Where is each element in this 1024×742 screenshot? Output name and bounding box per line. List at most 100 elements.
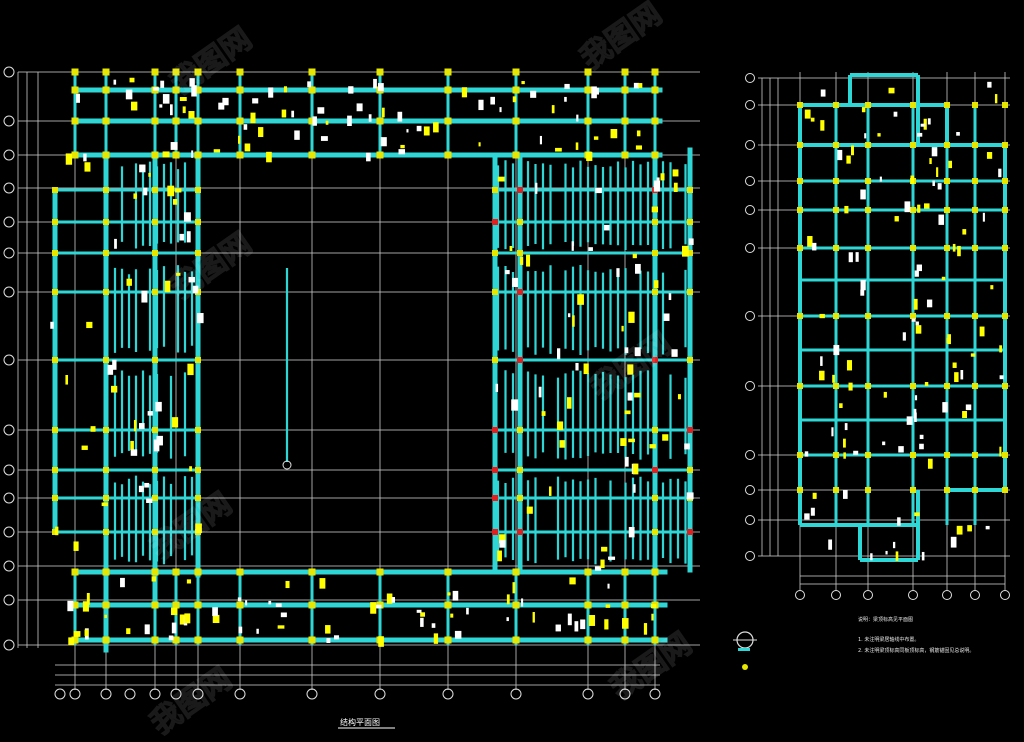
beam-annotation	[924, 382, 929, 386]
dimension-annotation	[294, 130, 300, 140]
column	[1002, 207, 1008, 213]
column	[152, 289, 158, 295]
column	[797, 487, 803, 493]
column	[652, 467, 658, 473]
column	[195, 187, 201, 193]
beam-annotation	[506, 594, 510, 605]
dimension-annotation	[373, 78, 377, 89]
dimension-annotation	[530, 90, 537, 98]
dimension-annotation	[684, 443, 690, 450]
beam-annotation	[628, 311, 635, 323]
dimension-annotation	[499, 107, 502, 113]
dimension-annotation	[860, 189, 866, 200]
column	[833, 313, 839, 319]
dimension-annotation	[575, 362, 579, 371]
column	[102, 68, 110, 76]
dimension-annotation	[511, 399, 519, 411]
column	[652, 219, 658, 225]
dimension-annotation	[567, 613, 572, 626]
column	[195, 467, 201, 473]
column	[236, 601, 244, 609]
column	[621, 151, 629, 159]
dimension-annotation	[608, 556, 616, 560]
column	[236, 568, 244, 576]
beam-annotation	[979, 326, 985, 337]
column	[797, 207, 803, 213]
dimension-annotation	[906, 416, 913, 425]
column	[52, 495, 58, 501]
beam-annotation	[936, 167, 939, 178]
column	[492, 250, 498, 256]
dimension-annotation	[820, 89, 826, 97]
column	[236, 117, 244, 125]
dimension-annotation	[499, 540, 506, 548]
beam-annotation	[883, 391, 887, 398]
column	[492, 187, 498, 193]
column	[444, 568, 452, 576]
dimension-annotation	[120, 577, 125, 588]
column	[52, 187, 58, 193]
beam-annotation	[994, 94, 998, 104]
dimension-annotation	[416, 609, 422, 613]
dimension-annotation	[307, 81, 312, 88]
dimension-annotation	[67, 600, 74, 612]
beam-annotation	[660, 173, 665, 181]
dimension-annotation	[162, 94, 170, 104]
dimension-annotation	[942, 402, 948, 413]
beam-annotation	[583, 363, 589, 375]
dimension-annotation	[112, 359, 117, 370]
column	[492, 219, 498, 225]
dimension-annotation	[155, 401, 162, 412]
beam-annotation	[650, 604, 657, 609]
dimension-annotation	[885, 550, 888, 555]
column	[376, 568, 384, 576]
dimension-annotation	[853, 450, 859, 455]
beam-annotation	[634, 392, 641, 398]
column	[194, 117, 202, 125]
dimension-annotation	[138, 423, 145, 430]
beam-annotation	[636, 130, 641, 137]
dimension-annotation	[252, 98, 259, 104]
column	[444, 86, 452, 94]
dimension-annotation	[860, 280, 866, 291]
column	[1002, 487, 1008, 493]
beam-annotation	[952, 362, 957, 368]
beam-annotation	[526, 254, 531, 267]
beam-annotation	[281, 109, 287, 118]
column	[944, 452, 950, 458]
column	[797, 383, 803, 389]
beam-annotation	[400, 144, 405, 149]
beam-annotation	[635, 145, 642, 150]
dimension-annotation	[848, 252, 853, 263]
dimension-annotation	[828, 539, 833, 550]
dimension-annotation	[616, 268, 620, 278]
beam-annotation	[861, 107, 866, 113]
dimension-annotation	[159, 104, 163, 108]
column	[797, 313, 803, 319]
dimension-annotation	[987, 81, 992, 88]
beam-annotation	[81, 445, 88, 450]
beam-annotation	[927, 458, 933, 469]
beam-annotation	[188, 111, 195, 119]
beam-annotation	[186, 579, 192, 584]
dimension-annotation	[144, 482, 150, 488]
column	[910, 313, 916, 319]
beam-annotation	[632, 463, 639, 475]
beam-annotation	[999, 446, 1002, 457]
column	[194, 601, 202, 609]
beam-annotation	[101, 502, 108, 507]
column	[151, 151, 159, 159]
dimension-annotation	[604, 224, 610, 231]
beam-annotation	[628, 438, 635, 443]
dimension-annotation	[656, 177, 660, 181]
dimension-annotation	[919, 443, 924, 450]
beam-annotation	[843, 452, 846, 459]
column	[944, 487, 950, 493]
column	[833, 142, 839, 148]
column	[102, 568, 110, 576]
beam-annotation	[600, 559, 605, 569]
column	[972, 383, 978, 389]
dimension-annotation	[196, 312, 204, 324]
dimension-annotation	[138, 485, 144, 493]
dimension-annotation	[144, 624, 150, 635]
